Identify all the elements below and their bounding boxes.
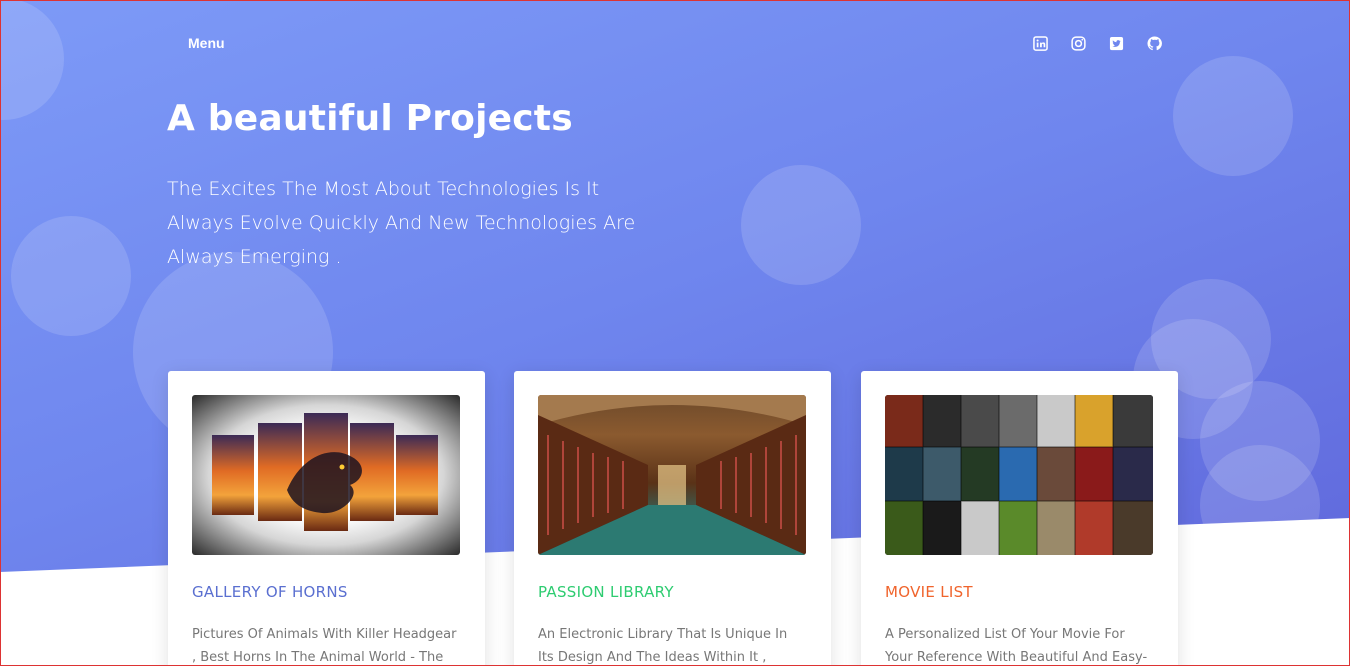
github-icon[interactable] xyxy=(1146,35,1162,51)
card-title[interactable]: MOVIE LIST xyxy=(885,583,1154,601)
card-description: An Electronic Library That Is Unique In … xyxy=(538,627,788,665)
twitter-icon[interactable] xyxy=(1108,35,1124,51)
library-hall-image xyxy=(538,395,806,555)
decor-bubble xyxy=(0,0,64,120)
decor-bubble xyxy=(1173,56,1293,176)
hero-subtitle: The Excites The Most About Technologies … xyxy=(167,178,636,268)
menu-button[interactable]: Menu xyxy=(188,35,225,51)
project-card-gallery-of-horns[interactable]: GALLERY OF HORNS Pictures Of Animals Wit… xyxy=(168,371,485,666)
card-description: Pictures Of Animals With Killer Headgear… xyxy=(192,627,457,665)
social-links xyxy=(1032,35,1162,51)
movie-posters-image xyxy=(885,395,1153,555)
card-title[interactable]: GALLERY OF HORNS xyxy=(192,583,461,601)
page-title: A beautiful Projects xyxy=(167,98,573,139)
decor-bubble xyxy=(741,165,861,285)
card-description: A Personalized List Of Your Movie For Yo… xyxy=(885,627,1148,665)
instagram-icon[interactable] xyxy=(1070,35,1086,51)
decor-bubble xyxy=(1200,445,1320,565)
decor-bubble xyxy=(11,216,131,336)
project-card-movie-list[interactable]: MOVIE LIST A Personalized List Of Your M… xyxy=(861,371,1178,666)
linkedin-icon[interactable] xyxy=(1032,35,1048,51)
dragon-canvas-image xyxy=(192,395,460,555)
project-card-passion-library[interactable]: PASSION LIBRARY An Electronic Library Th… xyxy=(514,371,831,666)
card-title[interactable]: PASSION LIBRARY xyxy=(538,583,807,601)
